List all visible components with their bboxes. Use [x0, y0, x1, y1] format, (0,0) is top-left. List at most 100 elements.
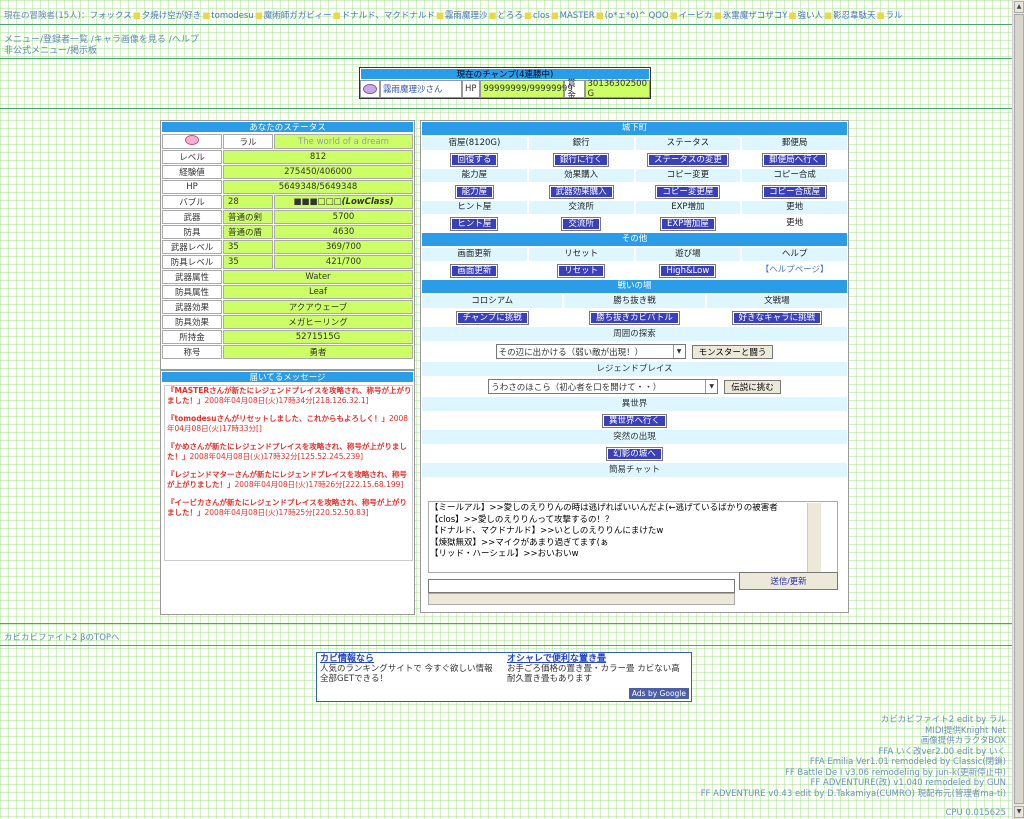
champion-prize: 30136302500 G [584, 79, 650, 99]
armor-level-label: 防具レベル [162, 255, 222, 269]
adventurer-link[interactable]: 霧雨魔理沙 [445, 11, 488, 21]
page-scrollbar[interactable]: ▲ ▼ [1012, 0, 1024, 819]
bank-button[interactable]: 銀行に行く [552, 152, 610, 167]
explore-title: 周囲の探索 [422, 327, 847, 341]
chat-title: 簡易チャット [422, 463, 847, 477]
armor-level: 35 [223, 255, 273, 269]
ad1-body: 人気のランキングサイトで 今すぐ欲しい情報 全部GETできる！ [320, 664, 493, 684]
ability-shop-button[interactable]: 能力屋 [454, 184, 495, 199]
ad1-title[interactable]: カビ情報なら [320, 654, 498, 664]
chat-line: 【clos】>>愛しのえりりんって攻撃するの！？ [430, 514, 614, 525]
chat-input-scrollbar[interactable] [428, 593, 735, 605]
stat-value: 812 [223, 150, 413, 164]
refresh-button[interactable]: 画面更新 [450, 263, 499, 278]
separator-icon: ■ [332, 11, 341, 21]
credit-line: FFA Emilia Ver1.01 remodeled by Classic(… [809, 757, 1006, 767]
copy-change-button[interactable]: コピー変更屋 [655, 184, 721, 199]
adventurer-link[interactable]: ラル [886, 11, 903, 21]
tournament-battle-button[interactable]: 勝ち抜きカビバトル [589, 310, 680, 325]
champion-prize-label: 賞金 [564, 79, 585, 101]
messages-title: 届いてるメッセージ [161, 371, 414, 383]
weapon-effect-button[interactable]: 武器効果購入 [548, 184, 614, 199]
adventurer-link[interactable]: tomodesu [211, 11, 253, 21]
adventurer-link[interactable]: 強い人 [797, 11, 823, 21]
hint-shop-button[interactable]: ヒント屋 [450, 216, 499, 231]
divider [0, 108, 1012, 109]
stat-label: 称号 [162, 345, 222, 359]
post-office-button[interactable]: 郵便局へ行く [762, 152, 828, 167]
ability-shop-label: 能力屋 [422, 169, 527, 182]
ad2-title[interactable]: オシャレで便利な置き畳 [507, 654, 685, 664]
help-page-link[interactable]: 【ヘルプページ】 [761, 264, 829, 277]
message-item: 『かめさんが新たにレジェンドプレイスを攻略され、称号が上がりました！」2008年… [167, 442, 407, 461]
chat-log: 【ミールアル】>>愛しのえりりんの時は逃げればいいんだよ(←逃げているばかりの被… [430, 503, 820, 573]
player-motto: The world of a dream [274, 134, 413, 149]
reset-button[interactable]: リセット [557, 263, 606, 278]
exchange-button[interactable]: 交流所 [561, 216, 601, 231]
adventurer-link[interactable]: (o*ェ*o)^ QOO [605, 11, 669, 21]
chat-line: 【ミールアル】>>愛しのえりりんの時は逃げればいいんだよ(←逃げているばかりの被… [430, 503, 778, 513]
ads-by-google-badge[interactable]: Ads by Google [628, 688, 689, 699]
fight-monster-button[interactable]: モンスターと闘う [691, 344, 774, 359]
chat-scrollbar[interactable] [807, 503, 821, 573]
adventurer-link[interactable]: clos [533, 11, 550, 21]
unofficial-menu-links[interactable]: 非公式メニュー/掲示板 [4, 43, 97, 56]
stat-value: Water [223, 270, 413, 284]
champion-hp-label: HP [461, 80, 481, 98]
scroll-thumb[interactable] [1014, 14, 1024, 804]
vacant-lot-text: 更地 [786, 218, 804, 228]
other-title: その他 [422, 233, 847, 246]
bubble-number: 28 [223, 195, 273, 209]
divider [0, 645, 1012, 646]
other-world-title: 異世界 [422, 397, 847, 411]
high-low-button[interactable]: High&Low [659, 263, 717, 278]
stat-label: レベル [162, 150, 222, 164]
adventurer-link[interactable]: 影忍韋駄天 [833, 11, 876, 21]
champion-name[interactable]: 霧雨魔理沙さん [380, 80, 462, 98]
scroll-up-arrow-icon[interactable]: ▲ [1014, 1, 1024, 13]
send-refresh-button[interactable]: 送信/更新 [739, 572, 838, 590]
separator-icon: ■ [202, 11, 211, 21]
copy-combine-button[interactable]: コピー合成屋 [762, 184, 828, 199]
ads-box[interactable]: カビ情報なら 人気のランキングサイトで 今すぐ欲しい情報 全部GETできる！ オ… [316, 652, 692, 702]
exp-increase-button[interactable]: EXP増加屋 [659, 216, 716, 231]
challenge-favorite-button[interactable]: 好きなキャラに挑戦 [731, 310, 823, 325]
adventurer-link[interactable]: イービカ [679, 11, 713, 21]
messages-scroll-box[interactable]: 『MASTERさんが新たにレジェンドプレイスを攻略され、称号が上がりました！」2… [164, 385, 413, 561]
other-world-button[interactable]: 異世界へ行く [601, 413, 668, 428]
chat-input[interactable] [428, 579, 735, 593]
challenge-champ-button[interactable]: チャンプに挑戦 [455, 310, 529, 325]
chat-line: 【煉獄無双】>>マイクがあまり過ぎてます(ぁ [430, 537, 609, 548]
explore-select[interactable]: その辺に出かける（弱い敵が出現！） ▼ [495, 344, 686, 359]
adventurer-link[interactable]: フォックス [89, 11, 131, 21]
legend-place-select[interactable]: うわさのほこら（初心者を口を開けて・・） ▼ [488, 379, 719, 394]
adventurer-names: フォックス■夕焼け空が好き■tomodesu■魔術師ガガビィー■ドナルド、マクド… [89, 11, 902, 21]
stat-label: 武器効果 [162, 300, 222, 314]
divider [0, 623, 1012, 624]
credit-line: カビカビファイト2 edit by ラル [880, 715, 1006, 725]
heal-button[interactable]: 回復する [450, 152, 499, 167]
chevron-down-icon: ▼ [705, 380, 717, 393]
adventurer-link[interactable]: 魔術師ガガビィー [264, 11, 332, 21]
adventurer-link[interactable]: 氷雷魔ザコザコY [723, 11, 788, 21]
status-panel: あなたのステータス ラル The world of a dream レベル 812… [160, 120, 415, 370]
bubble-label: バブル [162, 195, 222, 209]
credit-line: 画像提供カラクタBOX [920, 736, 1006, 746]
armor-label: 防具 [162, 225, 222, 239]
adventurer-link[interactable]: ドナルド、マクドナルド [342, 11, 435, 21]
chat-line: 【ドナルド、マクドナルド】>>いとしのえりりんにまけたw [430, 526, 664, 536]
phantom-castle-button[interactable]: 幻影の城へ [606, 446, 663, 461]
status-title: あなたのステータス [161, 121, 414, 133]
stat-value: 勇者 [223, 345, 413, 359]
adventurer-link[interactable]: MASTER [560, 11, 595, 21]
stat-label: HP [162, 180, 222, 194]
challenge-legend-button[interactable]: 伝説に挑む [724, 379, 781, 394]
separator-icon: ■ [550, 11, 559, 21]
adventurer-link[interactable]: どろろ [497, 11, 523, 21]
scroll-down-arrow-icon[interactable]: ▼ [1014, 806, 1024, 818]
change-status-button[interactable]: ステータスの変更 [646, 152, 729, 167]
top-page-link[interactable]: カビカビファイト2 βのTOPへ [4, 631, 120, 643]
armor-level-exp: 421/700 [274, 255, 413, 269]
separator-icon: ■ [713, 11, 722, 21]
adventurer-link[interactable]: 夕焼け空が好き [142, 11, 202, 21]
